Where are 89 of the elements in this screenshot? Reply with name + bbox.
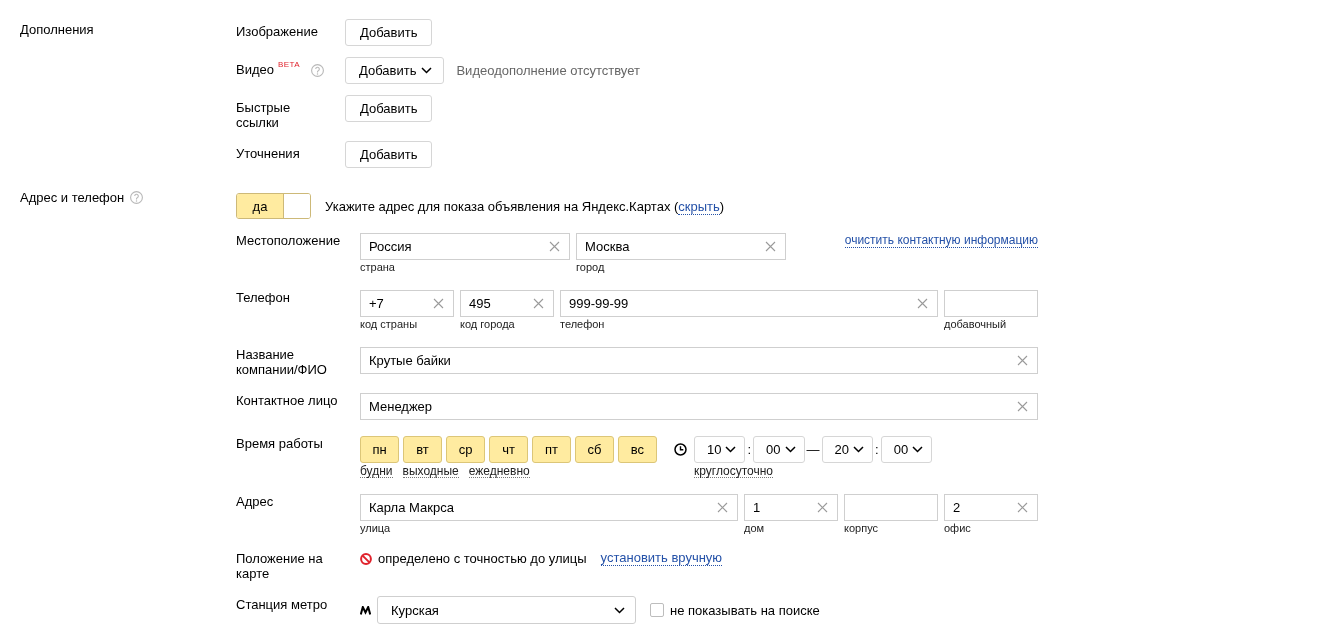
day-toggle[interactable]: вс [618, 436, 657, 463]
field-caption: страна [360, 261, 396, 274]
field-label: Название компании/ФИО [236, 347, 328, 377]
status-text: определено с точностью до улицы [378, 551, 587, 566]
checkbox[interactable] [650, 603, 664, 617]
field-caption: корпус [844, 522, 879, 535]
day-toggle[interactable]: чт [489, 436, 528, 463]
text-field[interactable]: Крутые байки [360, 347, 1038, 374]
field-label: Телефон [236, 290, 291, 305]
time-select[interactable]: 10 [694, 436, 746, 463]
text-field[interactable]: 2 [944, 494, 1038, 521]
day-toggle[interactable]: ср [446, 436, 485, 463]
row-label: Быстрые ссылки [236, 100, 292, 130]
clear-contacts-link[interactable]: очистить контактную информацию [844, 234, 1038, 248]
text-field[interactable]: +7 [360, 290, 454, 317]
field-label: Положение на карте [236, 551, 324, 581]
text-field[interactable]: 495 [460, 290, 554, 317]
text-field[interactable] [844, 494, 938, 521]
checkbox-label: не показывать на поиске [670, 602, 820, 618]
text-field[interactable]: Россия [360, 233, 570, 260]
caret-icon [614, 606, 625, 614]
clear-icon[interactable] [1017, 502, 1028, 513]
help-icon[interactable] [130, 191, 144, 204]
time-select[interactable]: 00 [753, 436, 805, 463]
field-caption: улица [360, 522, 392, 535]
field-label: Местоположение [236, 233, 342, 248]
clear-icon[interactable] [1017, 401, 1028, 412]
time-separator: — [806, 442, 820, 457]
field-caption: город [576, 261, 606, 274]
add-button[interactable]: Добавить [345, 57, 445, 84]
field-caption: телефон [560, 318, 606, 331]
day-toggle[interactable]: пн [360, 436, 399, 463]
field-label: Станция метро [236, 597, 329, 612]
field-label: Контактное лицо [236, 393, 339, 408]
row-label: Уточнения [236, 146, 300, 161]
clear-icon[interactable] [765, 241, 776, 252]
field-label: Время работы [236, 436, 324, 451]
field-caption: дом [744, 522, 766, 535]
day-toggle[interactable]: сб [575, 436, 614, 463]
clear-icon[interactable] [549, 241, 560, 252]
metro-select[interactable]: Курская [377, 596, 636, 624]
clear-icon[interactable] [433, 298, 444, 309]
time-select[interactable]: 00 [880, 436, 933, 463]
toggle-switch[interactable]: да [236, 193, 311, 219]
address-hint: Укажите адрес для показа объявления на Яндекс.Картах (скрыть) [325, 198, 725, 214]
field-caption: код страны [360, 318, 419, 331]
clear-icon[interactable] [717, 502, 728, 513]
section-label: Дополнения [20, 21, 95, 37]
caret-icon [725, 446, 737, 453]
add-button[interactable]: Добавить [345, 141, 433, 168]
add-button[interactable]: Добавить [345, 95, 433, 122]
text-field[interactable]: Карла Макрса [360, 494, 738, 521]
clock-icon [674, 443, 687, 456]
status-note: Видеодополнение отсутствует [456, 63, 640, 78]
day-toggle[interactable]: пт [532, 436, 571, 463]
clear-icon[interactable] [917, 298, 928, 309]
time-separator: : [875, 442, 879, 457]
text-field[interactable] [944, 290, 1038, 317]
caret-icon [784, 446, 796, 453]
time-select[interactable]: 20 [821, 436, 874, 463]
all-day-link[interactable]: круглосуточно [694, 465, 774, 478]
preset-link[interactable]: будни [360, 465, 393, 478]
text-field[interactable]: 999-99-99 [560, 290, 938, 317]
field-caption: код города [460, 318, 516, 331]
beta-label: BETA [278, 61, 300, 69]
row-label: Изображение [236, 24, 318, 39]
preset-link[interactable]: выходные [402, 465, 459, 478]
text-field[interactable]: Москва [576, 233, 786, 260]
clear-icon[interactable] [817, 502, 828, 513]
field-caption: добавочный [944, 318, 1008, 331]
section-label: Адрес и телефон [20, 190, 125, 205]
preset-link[interactable]: ежедневно [468, 465, 530, 478]
add-button[interactable]: Добавить [345, 19, 433, 46]
field-label: Адрес [236, 494, 275, 509]
text-field[interactable]: Менеджер [360, 393, 1038, 420]
day-toggle[interactable]: вт [403, 436, 442, 463]
clear-icon[interactable] [533, 298, 544, 309]
set-manually-link[interactable]: установить вручную [600, 551, 723, 566]
metro-icon [360, 605, 371, 615]
time-separator: : [747, 442, 752, 457]
text-field[interactable]: 1 [744, 494, 838, 521]
prohibited-icon [360, 552, 372, 565]
caret-icon [912, 446, 924, 453]
caret-icon [853, 446, 865, 453]
clear-icon[interactable] [1017, 355, 1028, 366]
hide-link[interactable]: скрыть [678, 198, 720, 215]
field-caption: офис [944, 522, 972, 535]
help-icon[interactable] [310, 64, 324, 77]
row-label: Видео [236, 62, 274, 77]
